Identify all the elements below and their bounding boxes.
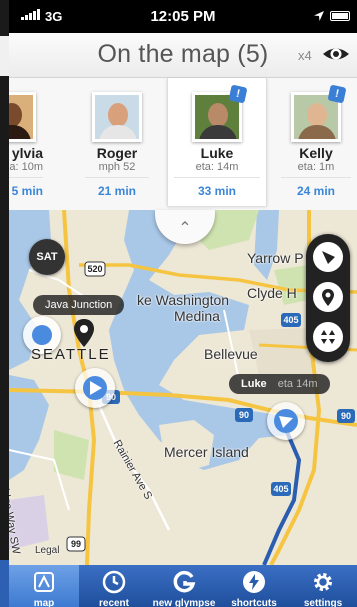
contact-name: Roger bbox=[96, 145, 138, 161]
fit-all-button[interactable] bbox=[313, 322, 343, 352]
contact-marker-luke[interactable] bbox=[267, 402, 305, 440]
tab-label: shortcuts bbox=[231, 598, 277, 607]
map-legal-link[interactable]: Legal bbox=[35, 545, 59, 556]
contact-strip: ylvia a: 10m 5 min Roger mph 52 21 min !… bbox=[9, 78, 357, 211]
locate-pin-icon bbox=[322, 289, 334, 306]
locate-button[interactable] bbox=[313, 282, 343, 312]
app-screen: 3G 12:05 PM On the map (5) x4 ylvia a: 1… bbox=[9, 0, 357, 607]
place-label-bubble[interactable]: Java Junction bbox=[33, 295, 125, 315]
tab-shortcuts[interactable]: shortcuts bbox=[219, 565, 289, 607]
bubble-name: Luke bbox=[241, 378, 267, 390]
svg-text:90: 90 bbox=[239, 410, 249, 420]
map-place-label: Yarrow P bbox=[247, 250, 304, 266]
clock: 12:05 PM bbox=[150, 8, 216, 25]
clock-icon bbox=[102, 570, 126, 594]
contact-card-luke[interactable]: ! Luke eta: 14m 33 min bbox=[167, 78, 267, 206]
contact-time: 33 min bbox=[197, 184, 236, 198]
bubble-eta: eta 14m bbox=[277, 378, 318, 390]
header-bar: On the map (5) x4 bbox=[9, 33, 357, 78]
tab-new-glympse[interactable]: new glympse bbox=[149, 565, 219, 607]
tab-bar: map recent new glympse shortcuts setting… bbox=[9, 565, 357, 607]
watcher-count: x4 bbox=[298, 48, 312, 63]
map-place-label: ke Washington bbox=[137, 292, 230, 308]
map-place-label: Mercer Island bbox=[164, 444, 249, 460]
satellite-toggle-button[interactable]: SAT bbox=[29, 239, 65, 275]
contact-time: 5 min bbox=[11, 184, 43, 198]
glympse-icon bbox=[173, 570, 196, 593]
tab-settings[interactable]: settings bbox=[289, 565, 357, 607]
svg-text:405: 405 bbox=[273, 484, 288, 494]
contact-info: mph 52 bbox=[98, 161, 136, 173]
previous-screen-edge bbox=[0, 0, 9, 607]
tab-map[interactable]: map bbox=[9, 565, 79, 607]
svg-text:99: 99 bbox=[71, 539, 81, 549]
contact-name: Kelly bbox=[299, 145, 333, 161]
contact-card-sylvia[interactable]: ylvia a: 10m 5 min bbox=[9, 78, 49, 206]
avatar bbox=[9, 92, 36, 142]
tab-label: settings bbox=[303, 598, 343, 607]
navigate-arrow-icon bbox=[322, 251, 335, 264]
contact-name: ylvia bbox=[11, 145, 43, 161]
status-bar: 3G 12:05 PM bbox=[9, 0, 357, 33]
svg-text:520: 520 bbox=[87, 264, 102, 274]
tab-recent[interactable]: recent bbox=[79, 565, 149, 607]
alert-badge-icon: ! bbox=[327, 84, 347, 104]
chevron-up-icon: ⌃ bbox=[178, 220, 192, 237]
lightning-icon bbox=[243, 571, 265, 593]
fit-arrows-icon bbox=[321, 330, 335, 344]
city-label: SEATTLE bbox=[31, 346, 111, 363]
map-controls bbox=[306, 234, 350, 362]
contact-info: eta: 1m bbox=[297, 161, 335, 173]
map-icon bbox=[34, 572, 54, 592]
svg-text:90: 90 bbox=[341, 411, 351, 421]
location-arrow-icon bbox=[314, 11, 324, 21]
contact-time: 24 min bbox=[296, 184, 335, 198]
contact-marker-roger[interactable] bbox=[75, 368, 115, 408]
contact-card-kelly[interactable]: ! Kelly eta: 1m 24 min bbox=[275, 78, 357, 206]
gear-icon bbox=[314, 573, 332, 591]
map-place-label: Clyde H bbox=[247, 285, 297, 301]
tab-label: new glympse bbox=[152, 598, 216, 607]
contact-time: 21 min bbox=[97, 184, 136, 198]
alert-badge-icon: ! bbox=[228, 84, 248, 104]
map-place-label: Bellevue bbox=[204, 346, 258, 362]
avatar bbox=[92, 92, 142, 142]
svg-text:405: 405 bbox=[283, 315, 298, 325]
battery-icon bbox=[330, 11, 350, 21]
compass-button[interactable] bbox=[313, 242, 343, 272]
tab-label: recent bbox=[98, 598, 129, 607]
map-place-label: Medina bbox=[174, 308, 220, 324]
eye-icon[interactable] bbox=[321, 43, 351, 65]
tab-label: map bbox=[33, 598, 55, 607]
contact-card-roger[interactable]: Roger mph 52 21 min bbox=[79, 78, 155, 206]
contact-name: Luke bbox=[200, 145, 234, 161]
map-pin-icon[interactable] bbox=[73, 318, 95, 348]
contact-info: a: 10m bbox=[9, 161, 43, 173]
contact-label-bubble-luke[interactable]: Luke eta 14m bbox=[229, 374, 330, 394]
contact-info: eta: 14m bbox=[195, 161, 239, 173]
